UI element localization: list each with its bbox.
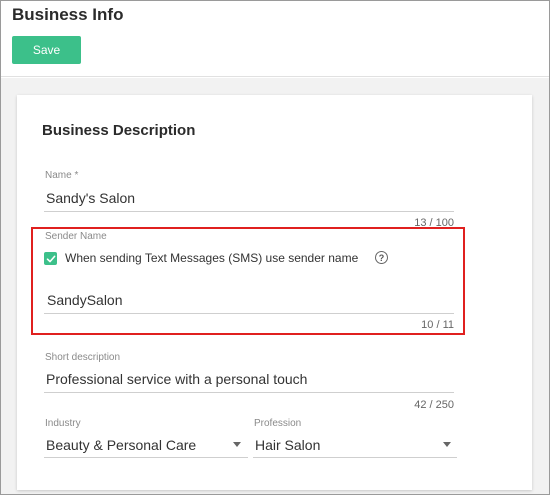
- profession-select[interactable]: Hair Salon: [255, 437, 320, 453]
- section-title: Business Description: [42, 122, 196, 139]
- name-underline: [44, 211, 454, 212]
- profession-label: Profession: [254, 418, 302, 429]
- industry-label: Industry: [45, 418, 81, 429]
- sender-name-input[interactable]: SandySalon: [47, 292, 123, 308]
- short-description-label: Short description: [45, 352, 121, 363]
- page-header: Business Info Save: [1, 1, 549, 77]
- short-description-input[interactable]: Professional service with a personal tou…: [46, 371, 307, 387]
- sender-name-checkbox[interactable]: [44, 252, 57, 265]
- checkmark-icon: [46, 255, 55, 262]
- industry-underline: [44, 457, 248, 458]
- name-input[interactable]: Sandy's Salon: [46, 190, 135, 206]
- name-label: Name *: [45, 170, 79, 181]
- sender-name-underline: [44, 313, 454, 314]
- short-description-underline: [44, 392, 454, 393]
- short-description-char-counter: 42 / 250: [414, 399, 454, 411]
- sender-name-checkbox-label: When sending Text Messages (SMS) use sen…: [65, 251, 359, 265]
- industry-select[interactable]: Beauty & Personal Care: [46, 437, 196, 453]
- profession-chevron-down-icon[interactable]: [443, 442, 451, 447]
- page-title: Business Info: [12, 5, 124, 24]
- help-icon[interactable]: ?: [375, 251, 388, 264]
- sender-name-char-counter: 10 / 11: [421, 319, 454, 331]
- save-button[interactable]: Save: [12, 36, 81, 64]
- sender-name-label: Sender Name: [45, 231, 107, 242]
- industry-chevron-down-icon[interactable]: [233, 442, 241, 447]
- profession-underline: [253, 457, 457, 458]
